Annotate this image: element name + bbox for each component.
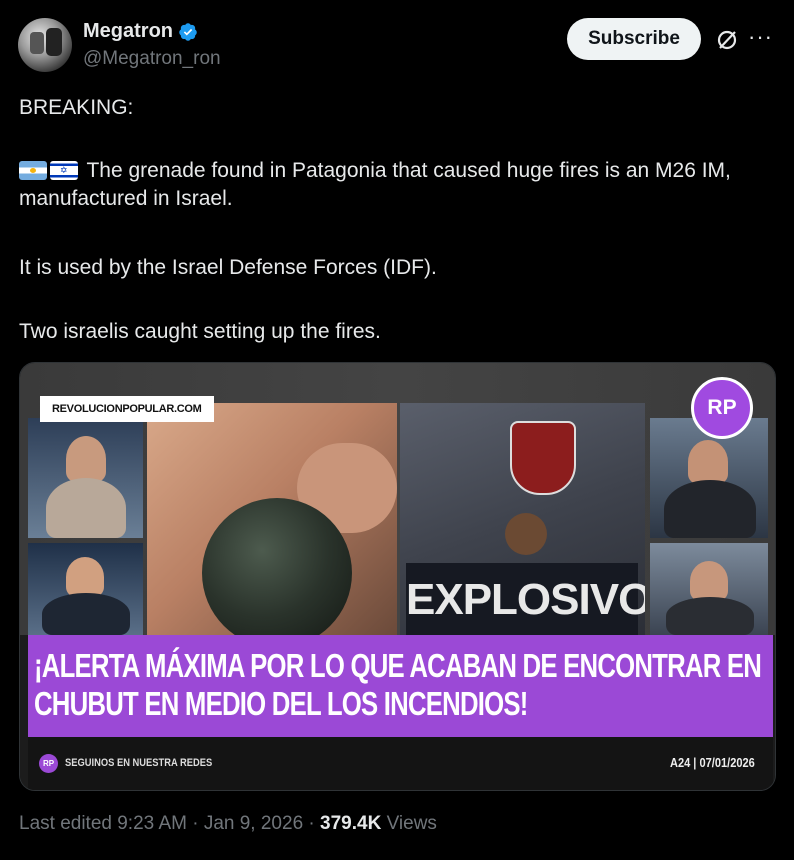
news-anchor-panel [28, 418, 143, 538]
tweet-line-idf: It is used by the Israel Defense Forces … [19, 256, 437, 279]
israel-flag-icon: ✡ [50, 161, 78, 180]
grok-icon[interactable] [715, 28, 739, 52]
grenade-icon [202, 498, 352, 635]
media-image[interactable]: EXPLOSIVOS REVOLUCIONPOPULAR.COM RP ¡ALE… [19, 362, 776, 791]
rocks-photo: EXPLOSIVOS [400, 403, 645, 635]
post-meta: Last edited 9:23 AM · Jan 9, 2026 · 379.… [19, 813, 437, 835]
tweet-grenade-text: The grenade found in Patagonia that caus… [19, 159, 731, 210]
tweet-line-grenade: ✡ The grenade found in Patagonia that ca… [19, 157, 779, 213]
subscribe-button[interactable]: Subscribe [567, 18, 701, 60]
tweet-line-breaking: BREAKING: [19, 96, 134, 119]
author-handle[interactable]: @Megatron_ron [83, 48, 221, 70]
author-name[interactable]: Megatron [83, 20, 198, 43]
news-guest-panel [28, 543, 143, 635]
explosivos-sign: EXPLOSIVOS [406, 563, 645, 635]
headline-banner: ¡ALERTA MÁXIMA POR LO QUE ACABAN DE ENCO… [28, 635, 773, 737]
grenade-photo [147, 403, 397, 635]
video-footer: RP SEGUINOS EN NUESTRA REDES A24 | 07/01… [28, 737, 773, 790]
argentina-flag-icon [19, 161, 47, 180]
views-label: Views [381, 813, 437, 834]
verified-badge-icon [179, 22, 197, 41]
rp-small-logo: RP [39, 754, 58, 773]
edited-timestamp[interactable]: Last edited 9:23 AM · Jan 9, 2026 · [19, 813, 320, 834]
avatar[interactable] [18, 18, 72, 72]
site-badge: REVOLUCIONPOPULAR.COM [40, 396, 214, 422]
channel-date: A24 | 07/01/2026 [670, 755, 755, 770]
headline-text: ¡ALERTA MÁXIMA POR LO QUE ACABAN DE ENCO… [34, 647, 762, 722]
views-count: 379.4K [320, 813, 382, 834]
follow-text: SEGUINOS EN NUESTRA REDES [65, 757, 213, 769]
display-name-text[interactable]: Megatron [83, 20, 173, 43]
tweet-line-israelis: Two israelis caught setting up the fires… [19, 320, 381, 343]
more-icon[interactable]: ··· [748, 24, 773, 50]
news-cohost-panel [650, 543, 768, 635]
police-shield-icon [510, 421, 576, 495]
rp-logo: RP [691, 377, 753, 439]
